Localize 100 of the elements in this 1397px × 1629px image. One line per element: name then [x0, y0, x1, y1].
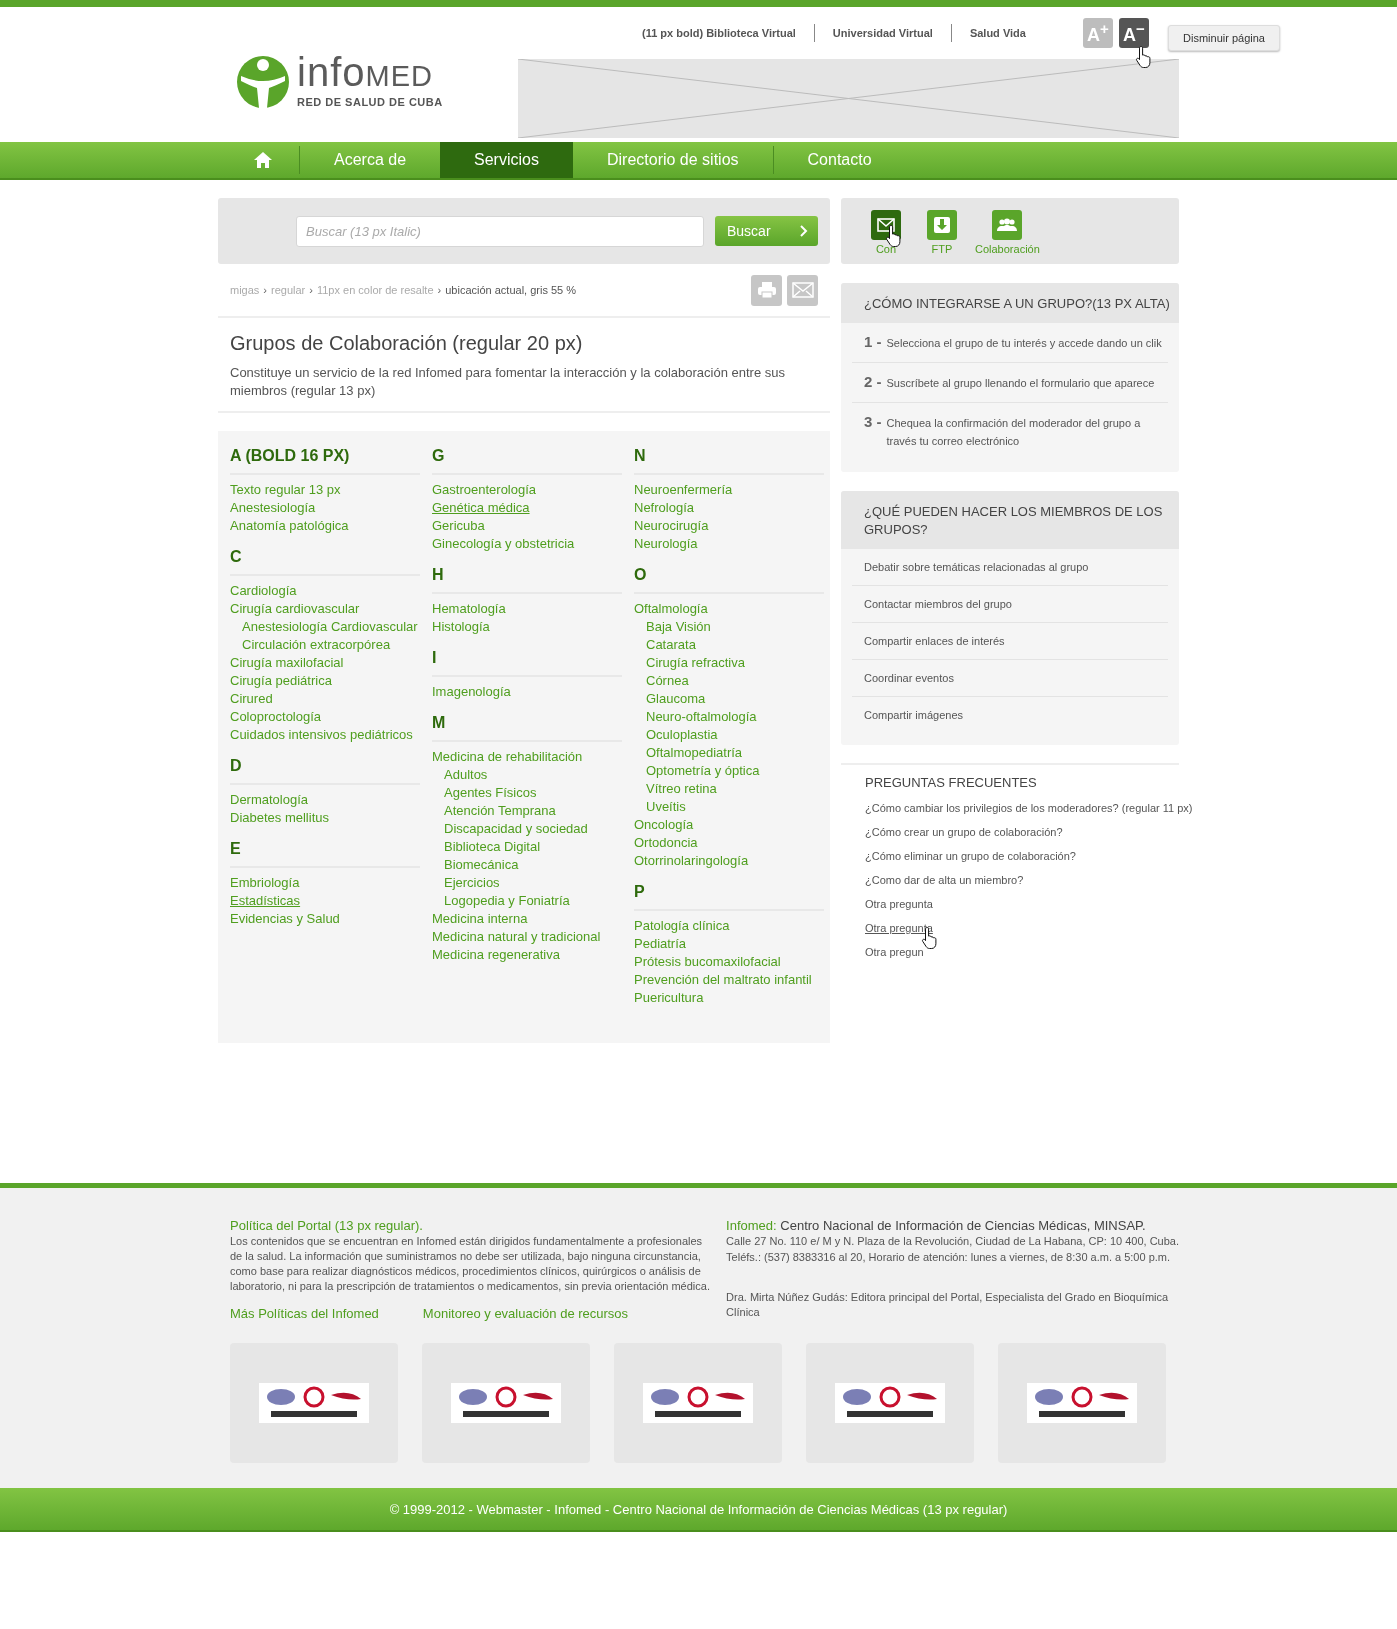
- index-sublink[interactable]: Agentes Físicos: [444, 784, 537, 802]
- footer-link[interactable]: Más Políticas del Infomed: [230, 1306, 379, 1321]
- index-link[interactable]: Cuidados intensivos pediátricos: [230, 726, 413, 744]
- index-sublink[interactable]: Logopedia y Foniatría: [444, 892, 570, 910]
- index-link[interactable]: Pediatría: [634, 935, 687, 953]
- index-link[interactable]: Estadísticas: [230, 892, 301, 910]
- faq-link[interactable]: ¿Cómo eliminar un grupo de colaboración?: [865, 844, 1076, 868]
- index-link[interactable]: Oncología: [634, 816, 694, 834]
- index-sublink[interactable]: Anestesiología Cardiovascular: [242, 618, 418, 636]
- index-link[interactable]: Gastroenterología: [432, 481, 537, 499]
- search-field[interactable]: Buscar (13 px Italic): [296, 215, 704, 247]
- nav-tab[interactable]: Servicios: [440, 142, 573, 178]
- index-letter-heading: G: [432, 446, 622, 475]
- index-link[interactable]: Texto regular 13 px: [230, 481, 341, 499]
- breadcrumb-separator: ›: [309, 284, 313, 296]
- card-item: Coordinar eventos: [852, 660, 1168, 697]
- index-sublink[interactable]: Circulación extracorpórea: [242, 636, 391, 654]
- print-button[interactable]: [751, 274, 782, 306]
- index-link[interactable]: Puericultura: [634, 989, 704, 1007]
- index-sublink[interactable]: Vítreo retina: [646, 780, 717, 798]
- tool-link[interactable]: FTP: [919, 210, 965, 264]
- index-sublink[interactable]: Discapacidad y sociedad: [444, 820, 588, 838]
- index-link[interactable]: Cirugía cardiovascular: [230, 600, 360, 618]
- faq-link[interactable]: ¿Cómo crear un grupo de colaboración?: [865, 820, 1063, 844]
- nav-tab[interactable]: Contacto: [772, 146, 906, 174]
- index-link[interactable]: Anatomía patológica: [230, 517, 349, 535]
- index-link[interactable]: Neurocirugía: [634, 517, 709, 535]
- index-letter-heading: H: [432, 565, 622, 594]
- index-link[interactable]: Neurología: [634, 535, 698, 553]
- faq-link[interactable]: Otra pregun: [865, 940, 924, 964]
- tool-link[interactable]: Con: [863, 210, 909, 264]
- index-sublink[interactable]: Cirugía refractiva: [646, 654, 745, 672]
- top-link[interactable]: Universidad Virtual: [813, 24, 951, 42]
- home-icon: [253, 151, 273, 169]
- index-sublink[interactable]: Atención Temprana: [444, 802, 556, 820]
- index-link[interactable]: Ortodoncia: [634, 834, 698, 852]
- index-letter-heading: N: [634, 446, 824, 475]
- index-link[interactable]: Evidencias y Salud: [230, 910, 340, 928]
- index-link[interactable]: Medicina regenerativa: [432, 946, 560, 964]
- index-link[interactable]: Oftalmología: [634, 600, 708, 618]
- index-link[interactable]: Dermatología: [230, 791, 309, 809]
- index-link[interactable]: Genética médica: [432, 499, 530, 517]
- hand-cursor-icon: [1135, 45, 1153, 69]
- index-link[interactable]: Prevención del maltrato infantil: [634, 971, 812, 989]
- download-icon: [933, 216, 951, 234]
- index-sublink[interactable]: Uveítis: [646, 798, 686, 816]
- index-sublink[interactable]: Neuro-oftalmología: [646, 708, 757, 726]
- breadcrumb-link[interactable]: migas: [230, 284, 260, 296]
- index-link[interactable]: Cirugía maxilofacial: [230, 654, 344, 672]
- top-link[interactable]: (11 px bold) Biblioteca Virtual: [624, 24, 814, 42]
- index-sublink[interactable]: Oculoplastia: [646, 726, 718, 744]
- faq-link[interactable]: ¿Como dar de alta un miembro?: [865, 868, 1024, 892]
- increase-font-button[interactable]: A$^{+}$: [1083, 18, 1113, 48]
- index-link[interactable]: Cirugía pediátrica: [230, 672, 332, 690]
- index-link[interactable]: Cirured: [230, 690, 273, 708]
- search-button[interactable]: Buscar: [715, 216, 818, 246]
- index-link[interactable]: Patología clínica: [634, 917, 730, 935]
- index-link[interactable]: Otorrinolaringología: [634, 852, 749, 870]
- step-text: Suscríbete al grupo llenando el formulario que aparece: [886, 376, 1155, 391]
- mail-icon: [877, 218, 895, 232]
- editor-credit: Dra. Mirta Núñez Gudás: Editora principal del Portal, Especialista del Grado en Bioquímica Clínica: [726, 1290, 1170, 1320]
- decrease-font-button[interactable]: A$^{−}$: [1119, 18, 1149, 48]
- breadcrumb-link[interactable]: regular: [271, 284, 306, 296]
- index-sublink[interactable]: Catarata: [646, 636, 696, 654]
- index-link[interactable]: Medicina de rehabilitación: [432, 748, 583, 766]
- card-title: ¿QUÉ PUEDEN HACER LOS MIEMBROS DE LOS GRUPOS?: [841, 491, 1179, 549]
- index-link[interactable]: Hematología: [432, 600, 506, 618]
- index-sublink[interactable]: Glaucoma: [646, 690, 706, 708]
- index-sublink[interactable]: Optometría y óptica: [646, 762, 760, 780]
- index-link[interactable]: Nefrología: [634, 499, 694, 517]
- index-link[interactable]: Embriología: [230, 874, 300, 892]
- index-link[interactable]: Imagenología: [432, 683, 511, 701]
- index-sublink[interactable]: Ejercicios: [444, 874, 500, 892]
- index-link[interactable]: Diabetes mellitus: [230, 809, 329, 827]
- index-link[interactable]: Ginecología y obstetricia: [432, 535, 575, 553]
- faq-link[interactable]: Otra pregunta: [865, 916, 933, 940]
- tool-link[interactable]: Colaboración: [975, 210, 1040, 264]
- faq-link[interactable]: Otra pregunta: [865, 892, 933, 916]
- faq-link[interactable]: ¿Cómo cambiar los privilegios de los moderadores? (regular 11 px): [865, 796, 1193, 820]
- index-link[interactable]: Neuroenfermería: [634, 481, 733, 499]
- index-sublink[interactable]: Baja Visión: [646, 618, 711, 636]
- breadcrumb-link[interactable]: ubicación actual, gris 55 %: [445, 284, 577, 296]
- index-link[interactable]: Medicina natural y tradicional: [432, 928, 601, 946]
- breadcrumb-link[interactable]: 11px en color de resalte: [316, 284, 434, 296]
- index-sublink[interactable]: Oftalmopediatría: [646, 744, 743, 762]
- index-link[interactable]: Prótesis bucomaxilofacial: [634, 953, 781, 971]
- top-link[interactable]: Salud Vida: [950, 24, 1044, 42]
- index-link[interactable]: Cardiología: [230, 582, 297, 600]
- index-link[interactable]: Gericuba: [432, 517, 485, 535]
- index-sublink[interactable]: Córnea: [646, 672, 689, 690]
- index-link[interactable]: Histología: [432, 618, 490, 636]
- email-button[interactable]: [787, 274, 818, 306]
- nav-tab[interactable]: Directorio de sitios: [572, 142, 773, 178]
- index-sublink[interactable]: Adultos: [444, 766, 488, 784]
- index-sublink[interactable]: Biblioteca Digital: [444, 838, 541, 856]
- index-sublink[interactable]: Biomecánica: [444, 856, 519, 874]
- index-link[interactable]: Medicina interna: [432, 910, 528, 928]
- index-link[interactable]: Anestesiología: [230, 499, 316, 517]
- index-link[interactable]: Coloproctología: [230, 708, 322, 726]
- footer-link[interactable]: Monitoreo y evaluación de recursos: [422, 1306, 629, 1321]
